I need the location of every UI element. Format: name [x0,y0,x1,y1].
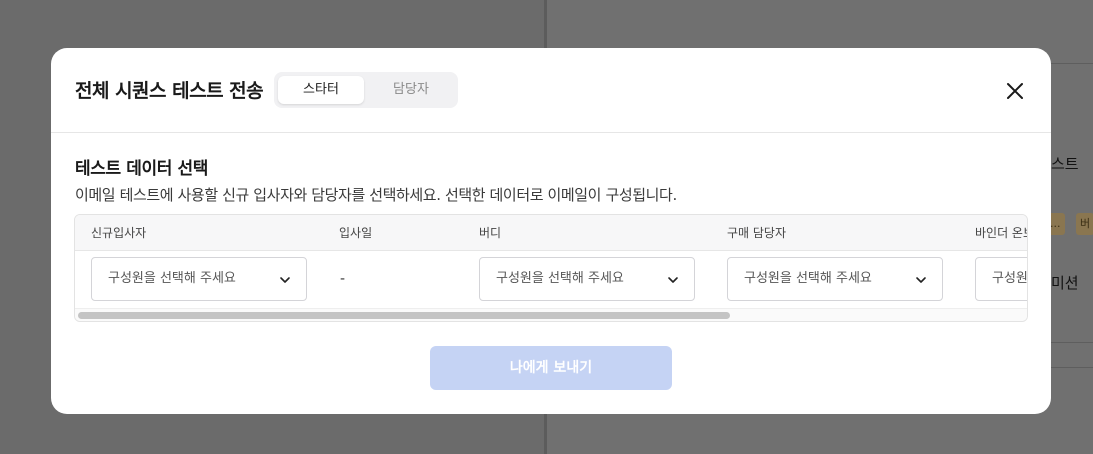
modal-title: 전체 시퀀스 테스트 전송 [75,80,264,102]
test-data-table: 신규입사자 입사일 버디 구매 담당자 바인더 온보 구성원을 선택해 주세요 … [74,214,1028,322]
scrollbar-thumb[interactable] [78,312,730,319]
buddy-select-placeholder: 구성원을 선택해 주세요 [496,271,624,286]
table-row: 구성원을 선택해 주세요 - 구성원을 선택해 주세요 구성원을 선택해 주세요… [75,251,1028,307]
column-header-binder: 바인더 온보 [975,226,1027,240]
section-title: 테스트 데이터 선택 [75,159,208,179]
tab-manager[interactable]: 담당자 [368,76,454,104]
chevron-down-icon [916,277,926,283]
column-header-hire-date: 입사일 [339,226,373,240]
background-text: 미션 [1051,274,1079,292]
tab-starter[interactable]: 스타터 [278,76,364,104]
hire-date-value: - [340,271,346,287]
purchase-manager-select-placeholder: 구성원을 선택해 주세요 [744,271,872,286]
column-header-purchase-manager: 구매 담당자 [727,226,787,240]
horizontal-scrollbar[interactable] [75,308,1027,321]
test-send-modal: 전체 시퀀스 테스트 전송 스타터 담당자 테스트 데이터 선택 이메일 테스트… [51,48,1051,414]
new-hire-select-placeholder: 구성원을 선택해 주세요 [108,271,236,286]
chevron-down-icon [280,277,290,283]
buddy-select[interactable]: 구성원을 선택해 주세요 [479,257,695,301]
section-description: 이메일 테스트에 사용할 신규 입사자와 담당자를 선택하세요. 선택한 데이터… [75,186,677,204]
close-button[interactable] [1001,77,1029,105]
chevron-down-icon [668,277,678,283]
column-header-new-hire: 신규입사자 [91,226,147,240]
send-to-me-button[interactable]: 나에게 보내기 [430,346,672,390]
purchase-manager-select[interactable]: 구성원을 선택해 주세요 [727,257,943,301]
column-header-buddy: 버디 [479,226,502,240]
background-text: 스트 [1051,155,1079,173]
close-icon [1007,83,1023,99]
binder-select[interactable]: 구성원을 선택해 주세요 [975,257,1028,301]
new-hire-select[interactable]: 구성원을 선택해 주세요 [91,257,307,301]
audience-tab-switch: 스타터 담당자 [274,72,458,108]
binder-select-placeholder: 구성원을 선택해 주세요 [992,271,1028,286]
table-header: 신규입사자 입사일 버디 구매 담당자 바인더 온보 [75,215,1027,251]
background-chip: 버 [1076,213,1093,235]
modal-header: 전체 시퀀스 테스트 전송 스타터 담당자 [51,48,1051,133]
